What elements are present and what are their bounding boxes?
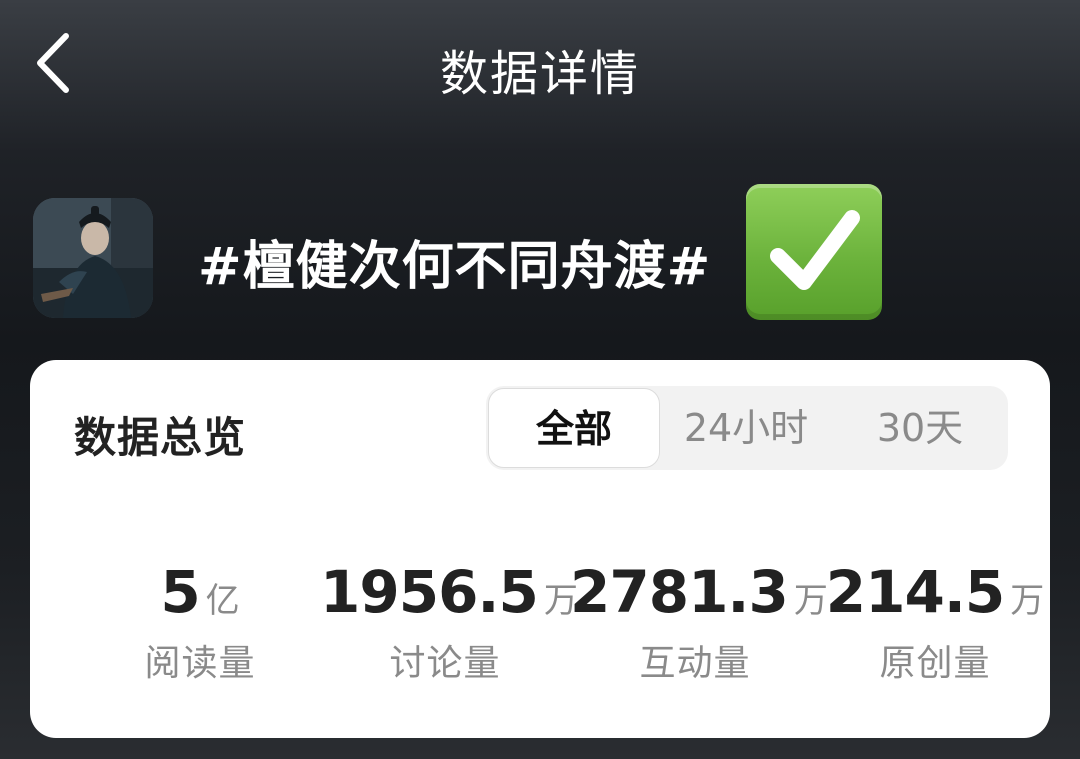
tab-30-days[interactable]: 30天 bbox=[832, 386, 1008, 470]
page-title: 数据详情 bbox=[439, 46, 640, 102]
stat-value-row: 5亿 bbox=[100, 558, 300, 626]
stat-reads: 5亿 阅读量 bbox=[100, 558, 300, 688]
stat-label: 互动量 bbox=[639, 643, 751, 684]
top-bar: 数据详情 bbox=[0, 0, 1080, 130]
stat-label: 阅读量 bbox=[144, 643, 256, 684]
stat-interactions: 2781.3 万 互动量 bbox=[570, 558, 828, 688]
topic-header: #檀健次何不同舟渡# bbox=[0, 180, 1080, 330]
stat-value: 5 bbox=[160, 558, 200, 626]
stat-label: 讨论量 bbox=[389, 643, 501, 684]
topic-avatar[interactable] bbox=[33, 198, 153, 318]
data-overview-card: 数据总览 全部 24小时 30天 5亿 阅读量 1956.5 万 讨论量 2781… bbox=[30, 360, 1050, 738]
stat-value-row: 2781.3 万 bbox=[570, 558, 828, 626]
stat-value: 214.5 bbox=[825, 558, 1005, 626]
stat-discussions: 1956.5 万 讨论量 bbox=[320, 558, 578, 688]
stat-value-row: 214.5 万 bbox=[820, 558, 1050, 626]
stat-unit: 万 bbox=[1010, 581, 1045, 621]
stat-unit: 亿 bbox=[205, 581, 240, 621]
stat-label: 原创量 bbox=[879, 643, 991, 684]
overview-title: 数据总览 bbox=[74, 413, 247, 462]
time-range-segmented-control: 全部 24小时 30天 bbox=[486, 386, 1008, 470]
topic-title: #檀健次何不同舟渡# bbox=[198, 237, 712, 297]
stat-value: 1956.5 bbox=[320, 558, 539, 626]
stat-originals: 214.5 万 原创量 bbox=[820, 558, 1050, 688]
stat-value: 2781.3 bbox=[570, 558, 789, 626]
check-mark-button-icon bbox=[746, 184, 882, 320]
stat-value-row: 1956.5 万 bbox=[320, 558, 578, 626]
tab-24-hours[interactable]: 24小时 bbox=[660, 386, 832, 470]
check-mark-icon bbox=[770, 210, 860, 290]
tab-all[interactable]: 全部 bbox=[488, 388, 660, 468]
avatar-image-icon bbox=[33, 198, 153, 318]
